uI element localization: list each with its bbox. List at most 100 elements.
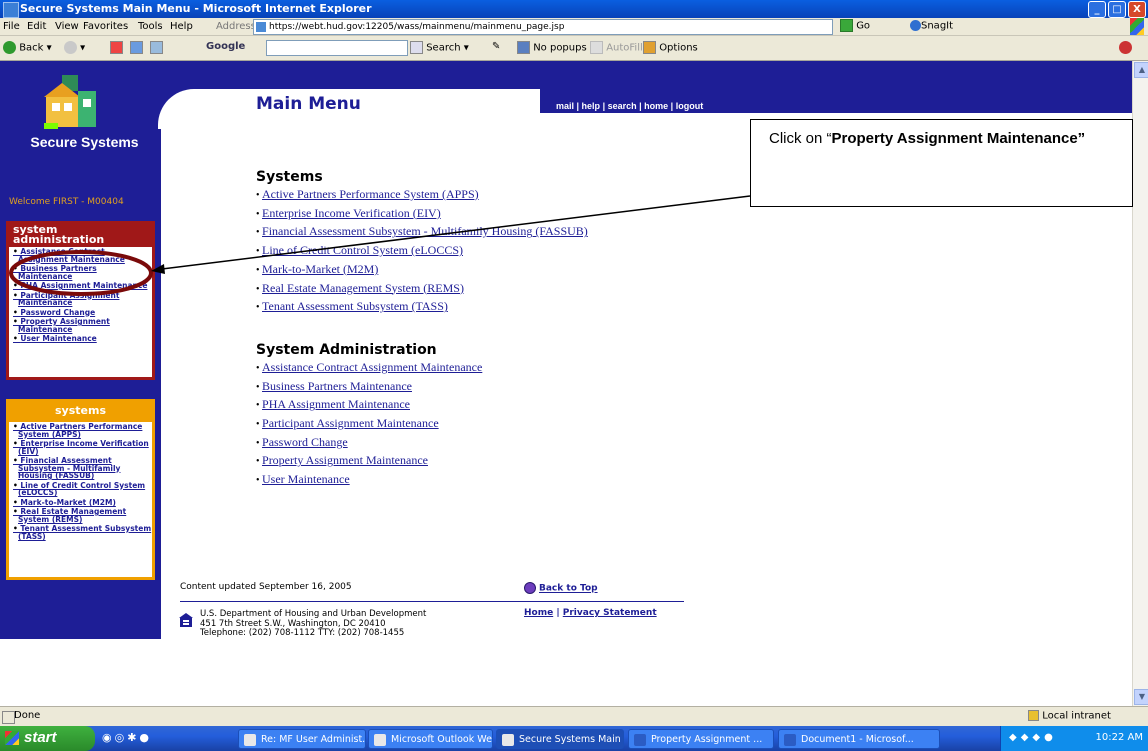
menu-help[interactable]: Help	[170, 21, 193, 32]
go-arrow-icon	[840, 19, 853, 32]
admin-link-assistance-contract[interactable]: Assistance Contract Assignment Maintenan…	[262, 360, 482, 374]
footer-links: Home | Privacy Statement	[524, 608, 657, 618]
zone-label: Local intranet	[1042, 710, 1111, 722]
vertical-scrollbar[interactable]: ▲ ▼	[1132, 61, 1148, 706]
stop-button[interactable]	[110, 41, 123, 54]
window-icon	[502, 734, 514, 746]
nav-mail[interactable]: mail	[556, 101, 574, 111]
status-text: Done	[14, 710, 41, 721]
side-system-link-4[interactable]: Mark-to-Market (M2M)	[11, 498, 152, 507]
system-link-m2m[interactable]: Mark-to-Market (M2M)	[262, 262, 378, 276]
google-search-button[interactable]: Search ▾	[410, 41, 469, 54]
system-link-apps[interactable]: Active Partners Performance System (APPS…	[262, 187, 479, 201]
menu-favorites[interactable]: Favorites	[83, 21, 128, 32]
system-link-eloccs[interactable]: Line of Credit Control System (eLOCCS)	[262, 243, 463, 257]
admin-link-business-partners[interactable]: Business Partners Maintenance	[262, 379, 412, 393]
content-updated: Content updated September 16, 2005	[180, 582, 352, 592]
footer-privacy-link[interactable]: Privacy Statement	[563, 608, 657, 618]
list-item: Password Change	[256, 434, 588, 453]
minimize-button[interactable]: _	[1088, 1, 1106, 18]
admin-link-password-change[interactable]: Password Change	[262, 435, 348, 449]
scroll-up-arrow-icon[interactable]: ▲	[1134, 62, 1148, 78]
taskbar-button-secure-systems[interactable]: Secure Systems Main ...	[496, 729, 624, 749]
list-item: User Maintenance	[256, 471, 588, 490]
google-search-input[interactable]	[266, 40, 408, 56]
taskbar-button-outlook[interactable]: Microsoft Outlook We...	[368, 729, 493, 749]
options-button[interactable]: Options	[643, 41, 698, 54]
side-admin-link-5[interactable]: Property Assignment Maintenance	[11, 318, 152, 333]
taskbar-button-document1[interactable]: Document1 - Microsof...	[778, 729, 940, 749]
admin-link-participant-assignment[interactable]: Participant Assignment Maintenance	[262, 416, 439, 430]
admin-link-user-maintenance[interactable]: User Maintenance	[262, 472, 350, 486]
maximize-button[interactable]: □	[1108, 1, 1126, 18]
list-item: Business Partners Maintenance	[256, 378, 588, 397]
side-admin-link-0[interactable]: Assistance Contract Assignment Maintenan…	[11, 248, 152, 263]
status-bar: Done Local intranet	[0, 706, 1148, 726]
ie-icon	[3, 2, 19, 18]
system-link-eiv[interactable]: Enterprise Income Verification (EIV)	[262, 206, 441, 220]
list-item: Tenant Assessment Subsystem (TASS)	[256, 298, 588, 317]
refresh-icon	[130, 41, 143, 54]
side-system-link-0[interactable]: Active Partners Performance System (APPS…	[11, 423, 152, 438]
options-label: Options	[659, 42, 698, 54]
start-label: start	[24, 729, 57, 746]
systems-list: Active Partners Performance System (APPS…	[256, 186, 588, 317]
system-link-fassub[interactable]: Financial Assessment Subsystem - Multifa…	[262, 224, 588, 238]
popup-blocker-button[interactable]: No popups	[517, 41, 587, 54]
back-button[interactable]: Back ▾	[3, 41, 52, 54]
side-admin-link-1[interactable]: Business Partners Maintenance	[11, 265, 152, 280]
admin-link-property-assignment[interactable]: Property Assignment Maintenance	[262, 453, 428, 467]
main-content: Systems Active Partners Performance Syst…	[256, 169, 588, 490]
side-admin-link-2[interactable]: PHA Assignment Maintenance	[11, 282, 152, 290]
snagit-button[interactable]: SnagIt	[910, 20, 953, 32]
back-to-top-link[interactable]: Back to Top	[524, 582, 598, 594]
menu-view[interactable]: View	[55, 21, 79, 32]
admin-list: Assistance Contract Assignment Maintenan…	[256, 359, 588, 490]
tray-icons[interactable]: ◆◆◆●	[1009, 732, 1057, 743]
equal-housing-icon	[179, 613, 193, 627]
page-icon	[256, 22, 266, 32]
clock: 10:22 AM	[1095, 732, 1143, 743]
nav-help[interactable]: help	[582, 101, 601, 111]
side-admin-link-4[interactable]: Password Change	[11, 308, 152, 317]
admin-link-pha-assignment[interactable]: PHA Assignment Maintenance	[262, 397, 410, 411]
side-admin-link-3[interactable]: Participant Assignment Maintenance	[11, 291, 152, 307]
quick-launch[interactable]: ◉◎✱●	[102, 731, 152, 744]
address-field[interactable]: https://webt.hud.gov:12205/wass/mainmenu…	[253, 19, 833, 35]
scroll-down-arrow-icon[interactable]: ▼	[1134, 689, 1148, 705]
side-system-link-2[interactable]: Financial Assessment Subsystem - Multifa…	[11, 457, 152, 480]
footer-divider	[180, 601, 684, 602]
forward-button[interactable]: ▾	[64, 41, 85, 54]
nav-home[interactable]: home	[644, 101, 668, 111]
menu-edit[interactable]: Edit	[27, 21, 46, 32]
start-button[interactable]: start	[0, 726, 95, 751]
side-system-link-1[interactable]: Enterprise Income Verification (EIV)	[11, 440, 152, 455]
system-link-tass[interactable]: Tenant Assessment Subsystem (TASS)	[262, 299, 448, 313]
refresh-button[interactable]	[130, 41, 143, 54]
autofill-button[interactable]: AutoFill	[590, 41, 643, 54]
side-system-link-6[interactable]: Tenant Assessment Subsystem (TASS)	[11, 525, 152, 540]
go-button[interactable]: Go	[840, 19, 870, 33]
toolbar-extra-icon[interactable]	[1119, 41, 1132, 54]
address-value: https://webt.hud.gov:12205/wass/mainmenu…	[269, 22, 565, 32]
footer-home-link[interactable]: Home	[524, 608, 553, 618]
taskbar-button-property-assignment[interactable]: Property Assignment ...	[628, 729, 774, 749]
side-system-link-3[interactable]: Line of Credit Control System (eLOCCS)	[11, 481, 152, 497]
nav-search[interactable]: search	[608, 101, 637, 111]
taskbar-label: Re: MF User Administ...	[261, 734, 366, 745]
system-tray: ◆◆◆● 10:22 AM	[1000, 726, 1148, 751]
close-button[interactable]: X	[1128, 1, 1146, 18]
taskbar-label: Document1 - Microsof...	[801, 734, 914, 745]
admin-box-header: system administration	[9, 224, 152, 247]
side-system-link-5[interactable]: Real Estate Management System (REMS)	[11, 508, 152, 523]
menu-tools[interactable]: Tools	[138, 21, 163, 32]
menu-file[interactable]: File	[3, 21, 20, 32]
nav-logout[interactable]: logout	[676, 101, 704, 111]
taskbar-button-mf-user[interactable]: Re: MF User Administ...	[238, 729, 366, 749]
list-item: Property Assignment Maintenance	[256, 452, 588, 471]
side-admin-link-6[interactable]: User Maintenance	[11, 335, 152, 343]
welcome-text: Welcome FIRST - M00404	[9, 197, 124, 207]
taskbar-label: Secure Systems Main ...	[519, 734, 624, 745]
home-button[interactable]	[150, 41, 163, 54]
system-link-rems[interactable]: Real Estate Management System (REMS)	[262, 281, 464, 295]
